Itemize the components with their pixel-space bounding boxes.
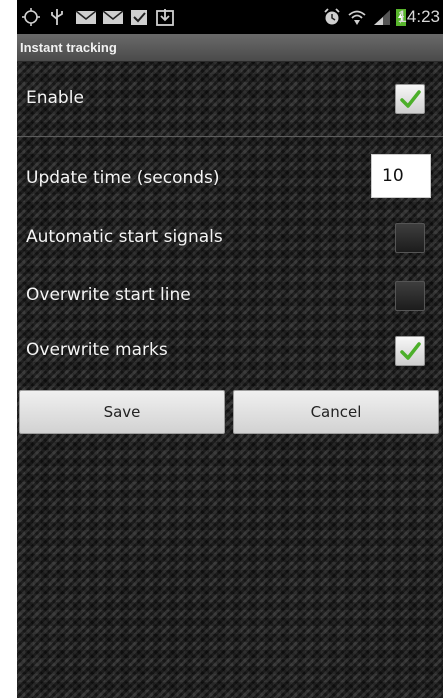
overwrite-marks-checkbox[interactable] [395, 336, 425, 366]
alarm-icon [322, 7, 342, 27]
overwrite-start-line-checkbox[interactable] [395, 281, 425, 311]
location-icon [21, 7, 41, 27]
auto-start-checkbox[interactable] [395, 223, 425, 253]
overwrite-start-line-label: Overwrite start line [26, 285, 191, 305]
usb-icon [47, 7, 67, 27]
download-icon [155, 7, 175, 27]
checkmark-icon [400, 90, 421, 108]
task-done-icon [129, 7, 149, 27]
update-time-input[interactable]: 10 [371, 154, 431, 198]
overwrite-marks-label: Overwrite marks [26, 340, 168, 360]
save-button[interactable]: Save [19, 390, 225, 434]
enable-checkbox[interactable] [395, 84, 425, 114]
update-time-label: Update time (seconds) [26, 168, 220, 188]
wifi-icon [347, 7, 367, 27]
page-title: Instant tracking [20, 40, 117, 55]
missed-email-icon [75, 7, 97, 27]
auto-start-label: Automatic start signals [26, 227, 223, 247]
checkmark-icon [400, 342, 421, 360]
section-divider [17, 136, 443, 137]
title-bar: Instant tracking [17, 34, 443, 62]
app-screen: 14:23 Instant tracking Enable Update tim… [17, 0, 443, 698]
missed-email-icon [102, 7, 124, 27]
cancel-button[interactable]: Cancel [233, 390, 439, 434]
enable-label: Enable [26, 88, 84, 108]
status-bar: 14:23 [17, 0, 443, 34]
signal-icon [372, 7, 392, 27]
status-time: 14:23 [397, 7, 440, 26]
